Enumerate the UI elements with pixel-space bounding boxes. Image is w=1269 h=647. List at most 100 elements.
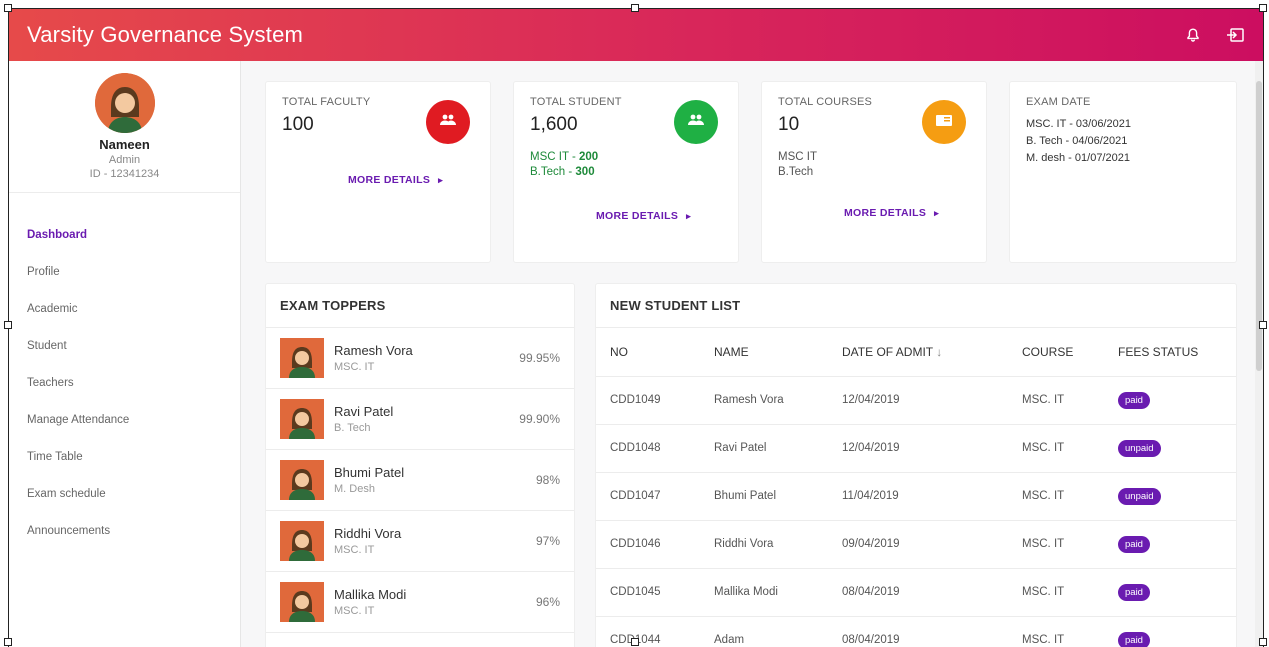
topper-name: Ravi Patel — [334, 404, 394, 419]
table-row[interactable]: CDD1045 Mallika Modi 08/04/2019 MSC. IT … — [596, 568, 1236, 617]
cell-name: Ramesh Vora — [700, 376, 828, 425]
topper-score: 99.90% — [519, 412, 560, 426]
page-scrollbar[interactable] — [1255, 61, 1263, 647]
profile-card: Nameen Admin ID - 12341234 — [9, 61, 240, 193]
sidebar-item-dashboard[interactable]: Dashboard — [9, 217, 240, 254]
list-item[interactable]: Riddhi Vora MSC. IT 97% — [266, 511, 574, 572]
student-table: NO NAME DATE OF ADMIT ↓ COURSE FEES STAT… — [596, 328, 1236, 647]
column-header-name[interactable]: NAME — [700, 328, 828, 377]
cell-date: 09/04/2019 — [828, 520, 1008, 569]
avatar — [280, 399, 324, 439]
column-header-fees-status[interactable]: FEES STATUS — [1104, 328, 1236, 377]
sidebar-item-profile[interactable]: Profile — [9, 254, 240, 291]
cell-fees-status: paid — [1104, 616, 1236, 647]
course-line: MSC IT — [778, 151, 817, 163]
status-badge: paid — [1118, 583, 1150, 601]
course-name: B.Tech — [530, 166, 566, 178]
topper-course: MSC. IT — [334, 544, 375, 556]
book-icon — [935, 113, 953, 132]
course-line: B.Tech — [778, 166, 814, 178]
cell-course: MSC. IT — [1008, 568, 1104, 617]
cell-fees-status: paid — [1104, 376, 1236, 425]
student-more-details-link[interactable]: MORE DETAILS ▸ — [596, 210, 691, 222]
resize-handle[interactable] — [1259, 638, 1267, 646]
cell-date: 12/04/2019 — [828, 376, 1008, 425]
profile-id: ID - 12341234 — [89, 168, 160, 180]
cell-course: MSC. IT — [1008, 376, 1104, 425]
resize-handle[interactable] — [4, 4, 12, 12]
topper-course: B. Tech — [334, 422, 371, 434]
courses-stat-card: TOTAL COURSES 10 MSC IT B.Tech MORE DETA… — [761, 81, 987, 263]
topper-name: Riddhi Vora — [334, 526, 402, 541]
panel-title: NEW STUDENT LIST — [596, 284, 1236, 328]
header-actions — [1185, 27, 1245, 43]
table-row[interactable]: CDD1048 Ravi Patel 12/04/2019 MSC. IT un… — [596, 424, 1236, 473]
cell-no: CDD1046 — [596, 520, 700, 569]
cell-fees-status: unpaid — [1104, 472, 1236, 521]
breakdown-line: MSC IT - 200 — [530, 150, 722, 165]
faculty-more-details-link[interactable]: MORE DETAILS ▸ — [348, 174, 443, 186]
sidebar-item-time-table[interactable]: Time Table — [9, 439, 240, 476]
list-item[interactable]: Ramesh Vora MSC. IT 99.95% — [266, 328, 574, 389]
student-circle — [674, 100, 718, 144]
resize-handle[interactable] — [1259, 4, 1267, 12]
exam-date-line: B. Tech - 04/06/2021 — [1026, 135, 1128, 147]
list-item[interactable]: Bhumi Patel M. Desh 98% — [266, 450, 574, 511]
group-icon — [687, 113, 705, 132]
exam-date-line: M. desh - 01/07/2021 — [1026, 152, 1130, 164]
avatar[interactable] — [94, 73, 155, 133]
sidebar-nav: Dashboard Profile Academic Student Teach… — [9, 193, 240, 550]
bell-icon[interactable] — [1185, 27, 1201, 43]
sidebar-item-exam-schedule[interactable]: Exam schedule — [9, 476, 240, 513]
column-label: DATE OF ADMIT — [842, 344, 933, 359]
topper-info: Mallika Modi MSC. IT — [334, 587, 406, 617]
separator: - — [565, 166, 576, 178]
sidebar-item-academic[interactable]: Academic — [9, 291, 240, 328]
logout-icon[interactable] — [1225, 27, 1245, 43]
sidebar-item-manage-attendance[interactable]: Manage Attendance — [9, 402, 240, 439]
topper-course: M. Desh — [334, 483, 375, 495]
table-row[interactable]: CDD1044 Adam 08/04/2019 MSC. IT paid — [596, 616, 1236, 647]
column-header-course[interactable]: COURSE — [1008, 328, 1104, 377]
separator: - — [568, 151, 579, 163]
resize-handle[interactable] — [4, 638, 12, 646]
cell-date: 08/04/2019 — [828, 568, 1008, 617]
student-breakdown: MSC IT - 200 B.Tech - 300 — [530, 150, 722, 180]
courses-more-details-link[interactable]: MORE DETAILS ▸ — [844, 207, 939, 219]
cell-fees-status: paid — [1104, 568, 1236, 617]
course-count: 300 — [575, 166, 595, 178]
topper-name: Mallika Modi — [334, 587, 407, 602]
table-row[interactable]: CDD1049 Ramesh Vora 12/04/2019 MSC. IT p… — [596, 376, 1236, 425]
cell-course: MSC. IT — [1008, 520, 1104, 569]
new-student-list-panel: NEW STUDENT LIST NO NAME DATE OF ADMIT ↓… — [595, 283, 1237, 647]
topper-course: MSC. IT — [334, 605, 375, 617]
resize-handle[interactable] — [1259, 321, 1267, 329]
sidebar-item-student[interactable]: Student — [9, 328, 240, 365]
resize-handle[interactable] — [4, 321, 12, 329]
exam-date-line: MSC. IT - 03/06/2021 — [1026, 118, 1131, 130]
faculty-stat-card: TOTAL FACULTY 100 MORE DETAILS ▸ — [265, 81, 491, 263]
status-badge: unpaid — [1118, 439, 1161, 457]
table-header-row: NO NAME DATE OF ADMIT ↓ COURSE FEES STAT… — [596, 328, 1236, 377]
sidebar-item-teachers[interactable]: Teachers — [9, 365, 240, 402]
panel-title: EXAM TOPPERS — [266, 284, 574, 328]
sidebar-item-announcements[interactable]: Announcements — [9, 513, 240, 550]
topper-course: MSC. IT — [334, 361, 375, 373]
list-item[interactable]: Mallika Modi MSC. IT 96% — [266, 572, 574, 633]
table-row[interactable]: CDD1047 Bhumi Patel 11/04/2019 MSC. IT u… — [596, 472, 1236, 521]
arrow-right-icon: ▸ — [438, 175, 443, 185]
resize-handle[interactable] — [631, 638, 639, 646]
more-details-label: MORE DETAILS — [844, 207, 927, 219]
cell-no: CDD1047 — [596, 472, 700, 521]
topper-score: 97% — [535, 534, 560, 548]
topper-name: Ramesh Vora — [334, 343, 413, 358]
status-badge: paid — [1118, 391, 1150, 409]
resize-handle[interactable] — [631, 4, 639, 12]
list-item[interactable]: Ravi Patel B. Tech 99.90% — [266, 389, 574, 450]
course-name: MSC IT — [530, 151, 569, 163]
column-header-date[interactable]: DATE OF ADMIT ↓ — [828, 328, 1008, 377]
column-header-no[interactable]: NO — [596, 328, 700, 377]
cell-name: Riddhi Vora — [700, 520, 828, 569]
table-row[interactable]: CDD1046 Riddhi Vora 09/04/2019 MSC. IT p… — [596, 520, 1236, 569]
status-badge: unpaid — [1118, 487, 1161, 505]
